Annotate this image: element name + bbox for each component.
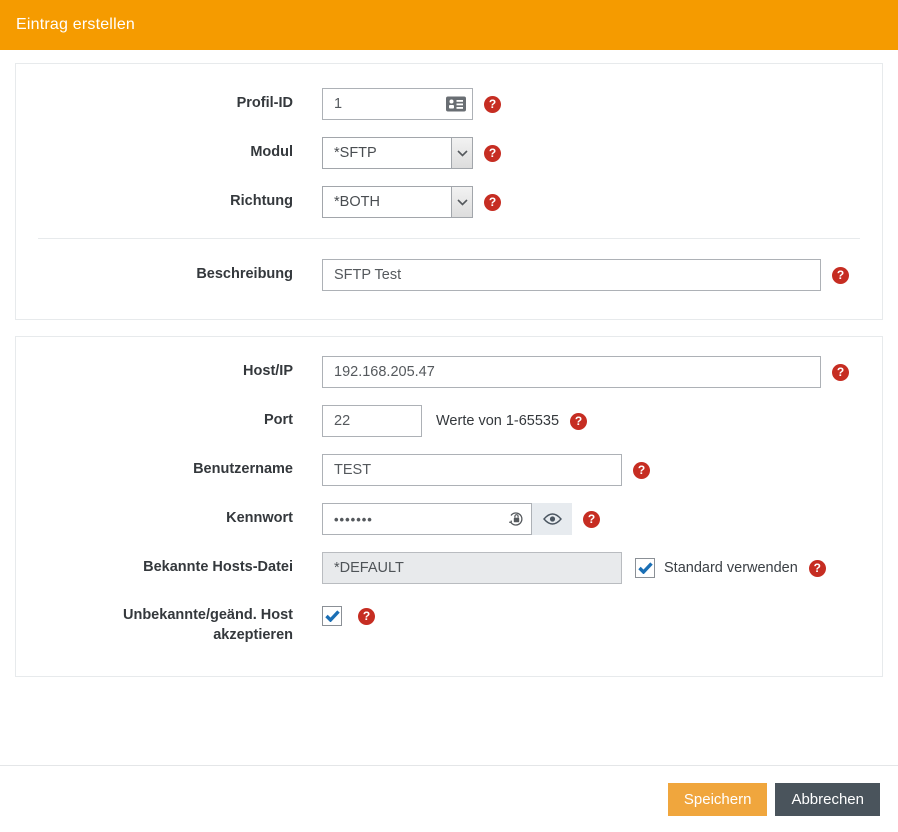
row-benutzername: Benutzername ? [16, 454, 882, 486]
password-key-icon[interactable] [508, 511, 525, 528]
row-richtung: Richtung *BOTH ? [16, 186, 882, 218]
help-icon[interactable]: ? [832, 364, 849, 381]
standard-verwenden-checkbox[interactable] [635, 558, 655, 578]
save-button[interactable]: Speichern [668, 783, 768, 816]
port-input[interactable] [322, 405, 422, 437]
help-icon[interactable]: ? [570, 413, 587, 430]
port-range-hint: Werte von 1-65535 [436, 413, 559, 429]
benutzername-label: Benutzername [16, 460, 293, 480]
help-icon[interactable]: ? [484, 194, 501, 211]
section-divider [38, 238, 860, 239]
footer-actions: Speichern Abbrechen [0, 766, 898, 816]
chevron-down-icon[interactable] [451, 187, 472, 217]
richtung-select[interactable]: *BOTH [322, 186, 473, 218]
chevron-down-icon[interactable] [451, 138, 472, 168]
modul-select-value: *SFTP [323, 145, 377, 161]
profil-id-label: Profil-ID [16, 94, 293, 114]
host-ip-label: Host/IP [16, 362, 293, 382]
richtung-select-value: *BOTH [323, 194, 380, 210]
kennwort-input[interactable] [322, 503, 532, 535]
unbekannte-host-label: Unbekannte/geänd. Host akzeptieren [16, 606, 293, 645]
standard-verwenden-label: Standard verwenden [664, 560, 798, 576]
row-unbekannte-host: Unbekannte/geänd. Host akzeptieren ? [16, 606, 882, 645]
dialog-header: Eintrag erstellen [0, 0, 898, 50]
help-icon[interactable]: ? [358, 608, 375, 625]
help-icon[interactable]: ? [484, 96, 501, 113]
bekannte-hosts-input [322, 552, 622, 584]
help-icon[interactable]: ? [633, 462, 650, 479]
benutzername-input[interactable] [322, 454, 622, 486]
help-icon[interactable]: ? [832, 267, 849, 284]
help-icon[interactable]: ? [809, 560, 826, 577]
row-modul: Modul *SFTP ? [16, 137, 882, 169]
modul-select[interactable]: *SFTP [322, 137, 473, 169]
row-bekannte-hosts: Bekannte Hosts-Datei Standard verwenden … [16, 552, 882, 584]
id-card-icon[interactable] [446, 97, 466, 112]
modul-label: Modul [16, 143, 293, 163]
dialog-title: Eintrag erstellen [16, 16, 135, 34]
row-kennwort: Kennwort [16, 503, 882, 535]
panel-connection: Host/IP ? Port Werte von 1-65535 ? Benut… [15, 336, 883, 677]
row-profil-id: Profil-ID ? [16, 88, 882, 120]
eye-icon [543, 513, 562, 525]
richtung-label: Richtung [16, 192, 293, 212]
panel-profile: Profil-ID ? Modul [15, 63, 883, 320]
row-port: Port Werte von 1-65535 ? [16, 405, 882, 437]
port-label: Port [16, 411, 293, 431]
help-icon[interactable]: ? [484, 145, 501, 162]
row-host-ip: Host/IP ? [16, 356, 882, 388]
bekannte-hosts-label: Bekannte Hosts-Datei [16, 558, 293, 578]
beschreibung-label: Beschreibung [16, 265, 293, 285]
host-ip-input[interactable] [322, 356, 821, 388]
password-reveal-addon[interactable] [532, 503, 572, 535]
help-icon[interactable]: ? [583, 511, 600, 528]
row-beschreibung: Beschreibung ? [16, 259, 882, 291]
unbekannte-host-checkbox[interactable] [322, 606, 342, 626]
beschreibung-input[interactable] [322, 259, 821, 291]
kennwort-label: Kennwort [16, 509, 293, 529]
cancel-button[interactable]: Abbrechen [775, 783, 880, 816]
